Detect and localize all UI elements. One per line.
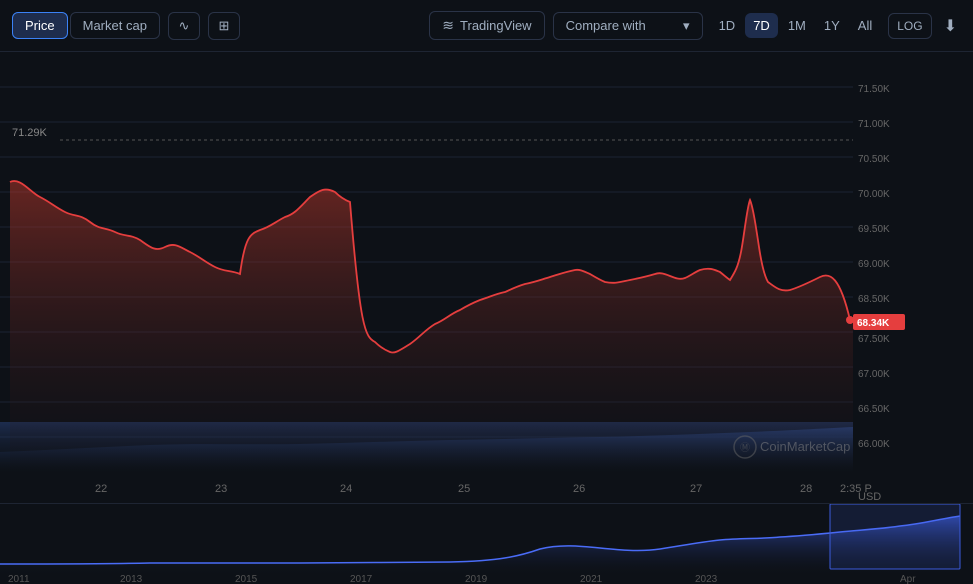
time-1m-button[interactable]: 1M — [780, 13, 814, 38]
main-chart-area: 71.50K 71.00K 70.50K 70.00K 69.50K 69.00… — [0, 52, 973, 502]
tradingview-button[interactable]: ≋ TradingView — [429, 11, 544, 40]
price-chart-svg: 71.50K 71.00K 70.50K 70.00K 69.50K 69.00… — [0, 52, 913, 502]
svg-text:28: 28 — [800, 483, 812, 495]
svg-text:22: 22 — [95, 483, 107, 495]
chart-container: Price Market cap ∿ ⊞ ≋ TradingView Compa… — [0, 0, 973, 583]
mini-chart-area: 2011 2013 2015 2017 2019 2021 2023 Apr — [0, 503, 973, 583]
svg-text:25: 25 — [458, 483, 470, 495]
candle-chart-button[interactable]: ⊞ — [208, 12, 240, 40]
svg-text:67.50K: 67.50K — [858, 334, 890, 345]
svg-text:66.00K: 66.00K — [858, 439, 890, 450]
tradingview-icon: ≋ — [442, 17, 454, 34]
svg-text:69.50K: 69.50K — [858, 224, 890, 235]
svg-text:68.34K: 68.34K — [857, 318, 890, 329]
svg-text:68.50K: 68.50K — [858, 294, 890, 305]
log-button[interactable]: LOG — [888, 13, 931, 39]
svg-text:66.50K: 66.50K — [858, 404, 890, 415]
time-all-button[interactable]: All — [850, 13, 880, 38]
svg-text:CoinMarketCap: CoinMarketCap — [760, 439, 850, 454]
chevron-down-icon: ▾ — [683, 18, 690, 34]
tradingview-label: TradingView — [460, 18, 532, 33]
svg-text:27: 27 — [690, 483, 702, 495]
compare-label: Compare with — [566, 18, 646, 33]
toolbar: Price Market cap ∿ ⊞ ≋ TradingView Compa… — [0, 0, 973, 52]
svg-text:24: 24 — [340, 483, 352, 495]
svg-text:26: 26 — [573, 483, 585, 495]
candle-chart-icon: ⊞ — [218, 18, 229, 34]
svg-text:Ⓜ: Ⓜ — [740, 442, 750, 454]
svg-text:23: 23 — [215, 483, 227, 495]
svg-text:71.29K: 71.29K — [12, 127, 48, 139]
chart-type-group: Price Market cap — [12, 12, 160, 39]
compare-dropdown[interactable]: Compare with ▾ — [553, 12, 703, 40]
mini-chart-svg: 2011 2013 2015 2017 2019 2021 2023 Apr — [0, 504, 973, 584]
time-7d-button[interactable]: 7D — [745, 13, 778, 38]
download-button[interactable]: ⬇ — [940, 12, 961, 40]
svg-text:70.00K: 70.00K — [858, 189, 890, 200]
price-button[interactable]: Price — [12, 12, 68, 39]
time-1y-button[interactable]: 1Y — [816, 13, 848, 38]
time-1d-button[interactable]: 1D — [711, 13, 744, 38]
svg-text:71.00K: 71.00K — [858, 119, 890, 130]
marketcap-button[interactable]: Market cap — [70, 12, 160, 39]
line-chart-button[interactable]: ∿ — [168, 12, 200, 40]
download-icon: ⬇ — [944, 18, 957, 35]
svg-text:70.50K: 70.50K — [858, 154, 890, 165]
line-chart-icon: ∿ — [178, 18, 189, 34]
svg-text:69.00K: 69.00K — [858, 259, 890, 270]
svg-text:71.50K: 71.50K — [858, 84, 890, 95]
time-period-group: 1D 7D 1M 1Y All — [711, 13, 881, 38]
svg-text:67.00K: 67.00K — [858, 369, 890, 380]
svg-text:USD: USD — [858, 491, 881, 502]
